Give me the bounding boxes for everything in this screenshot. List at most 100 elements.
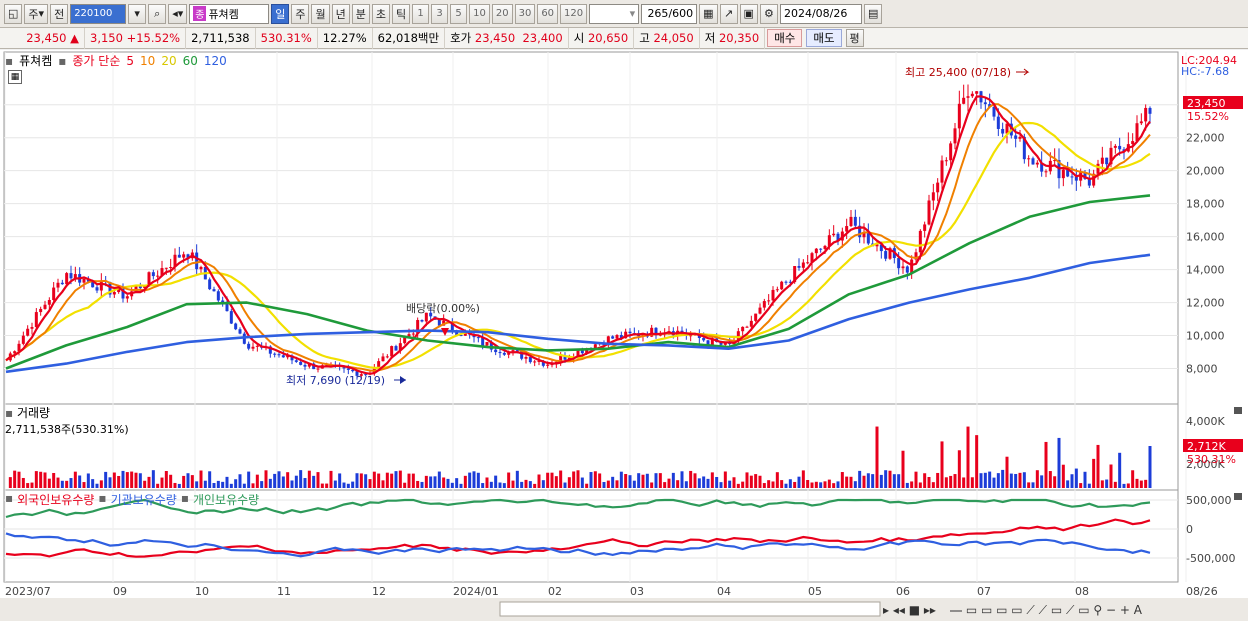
volume-bar	[1048, 471, 1052, 488]
vol-pct-tag: 530.31%	[1187, 453, 1236, 466]
search-icon[interactable]: ⌕	[148, 3, 167, 24]
volume-bar	[437, 471, 441, 488]
volume-bar	[624, 474, 628, 488]
volume-bar	[784, 483, 788, 488]
candle-body	[494, 349, 498, 353]
candle-body	[1131, 141, 1135, 145]
interval-dropdown-icon: ▾	[629, 7, 636, 20]
bar-count-input[interactable]: 265/600	[641, 3, 698, 24]
code-dropdown-icon[interactable]: ▾	[128, 3, 147, 24]
candle-body	[970, 93, 974, 97]
volume-bar	[533, 483, 537, 488]
volume-bar	[34, 471, 38, 488]
x-tick-label: 05	[808, 585, 822, 598]
volume-bar	[286, 472, 290, 488]
sell-cell: 매도	[804, 28, 843, 49]
flow-pane-close-icon[interactable]	[1234, 493, 1242, 500]
candle-body	[918, 230, 922, 253]
settings-icon[interactable]: ⚙	[759, 3, 778, 24]
interval-button-120[interactable]: 120	[560, 3, 588, 24]
volume-bar	[593, 471, 597, 488]
prev-button[interactable]: 전	[50, 3, 69, 24]
period-button-minute[interactable]: 분	[351, 3, 370, 24]
volume-bar	[268, 478, 272, 488]
volume-bar	[130, 471, 134, 488]
interval-custom-input[interactable]: ▾	[589, 3, 640, 24]
interval-button-3[interactable]: 3	[431, 3, 449, 24]
interval-button-5[interactable]: 5	[450, 3, 468, 24]
interval-button-1[interactable]: 1	[412, 3, 430, 24]
volume-bar	[975, 435, 979, 488]
volume-bar	[671, 472, 675, 488]
candle-body	[832, 233, 836, 236]
stock-chart[interactable]: 24,00022,00020,00018,00016,00014,00012,0…	[0, 50, 1248, 621]
eval-button[interactable]: 평	[845, 29, 864, 47]
candle-body	[749, 320, 753, 327]
volume-bar	[299, 470, 303, 488]
legend-ma5: 5	[126, 53, 135, 68]
price-legend: ▪ 퓨쳐켐 ▪ 종가 단순 5 10 20 60 120	[5, 52, 227, 69]
volume-bar	[992, 477, 996, 488]
stock-name-field[interactable]: 종 퓨쳐켐	[189, 3, 270, 24]
x-tick-label: 10	[195, 585, 209, 598]
candle-body	[234, 323, 238, 330]
calculator-icon[interactable]: ▦	[8, 70, 22, 84]
volume-bar	[403, 482, 407, 488]
buy-button[interactable]: 매수	[767, 29, 803, 47]
eval-cell: 평	[844, 28, 866, 49]
period-button-month[interactable]: 월	[311, 3, 330, 24]
date-input[interactable]: 2024/08/26	[779, 3, 862, 24]
volume-bar	[801, 470, 805, 488]
volume-bar	[65, 480, 69, 488]
volume-bar	[832, 483, 836, 488]
volume-pane-close-icon[interactable]	[1234, 407, 1242, 414]
interval-button-10[interactable]: 10	[469, 3, 490, 24]
volume-bar	[173, 482, 177, 488]
volume-bar	[455, 478, 459, 488]
candle-body	[385, 356, 389, 358]
volume-bar	[424, 475, 428, 488]
volume-bar	[914, 471, 918, 488]
stock-code-input[interactable]: 220100	[70, 3, 127, 24]
volume-bar	[312, 475, 316, 488]
chart-scrollbar[interactable]	[499, 601, 881, 617]
volume-bar	[892, 474, 896, 488]
volume-bar	[524, 479, 528, 488]
period-button-tick[interactable]: 틱	[391, 3, 411, 24]
period-button-second[interactable]: 초	[371, 3, 390, 24]
calendar-icon[interactable]: ▤	[863, 3, 883, 24]
interval-button-30[interactable]: 30	[514, 3, 536, 24]
save-icon[interactable]: ▣	[739, 3, 758, 24]
volume-bar	[82, 482, 86, 488]
hc-label: HC:-7.68	[1181, 65, 1229, 78]
speaker-icon[interactable]: ◂▾	[168, 3, 188, 24]
interval-button-20[interactable]: 20	[491, 3, 513, 24]
sell-button[interactable]: 매도	[806, 29, 842, 47]
window-icon[interactable]: ◱	[4, 3, 23, 24]
draw-tool-icon[interactable]: ↗	[719, 3, 738, 24]
volume-bar	[758, 475, 762, 488]
volume-bar	[554, 476, 558, 488]
volume-bar	[359, 473, 363, 488]
volume-bar	[667, 478, 671, 488]
low-annotation: 최저 7,690 (12/19)	[286, 374, 385, 387]
volume-bar	[697, 478, 701, 488]
volume-bar	[60, 480, 64, 488]
volume-bar	[117, 475, 121, 488]
interval-button-60[interactable]: 60	[537, 3, 559, 24]
scroll-nav-icons[interactable]: ▸ ◂◂ ■ ▸▸	[883, 603, 936, 617]
volume-bar	[715, 476, 719, 488]
candle-body	[182, 254, 186, 258]
period-button-week[interactable]: 주	[291, 3, 310, 24]
zoom-tool-icons[interactable]: ⎯⎯ ▭ ▭ ▭ ▭ ⟋ ⟋ ▭ ⟋ ▭ ⚲ − + A	[950, 603, 1143, 617]
volume-bar	[446, 478, 450, 488]
indicator-icon[interactable]: ▦	[699, 3, 718, 24]
candle-body	[65, 273, 69, 285]
volume-bar	[95, 483, 99, 488]
volume-bar	[112, 472, 116, 488]
candle-body	[47, 300, 51, 305]
period-button-year[interactable]: 년	[331, 3, 350, 24]
period-button-day[interactable]: 일	[271, 3, 290, 24]
period-select[interactable]: 주 ▾	[24, 3, 49, 24]
volume-bar	[147, 476, 151, 488]
